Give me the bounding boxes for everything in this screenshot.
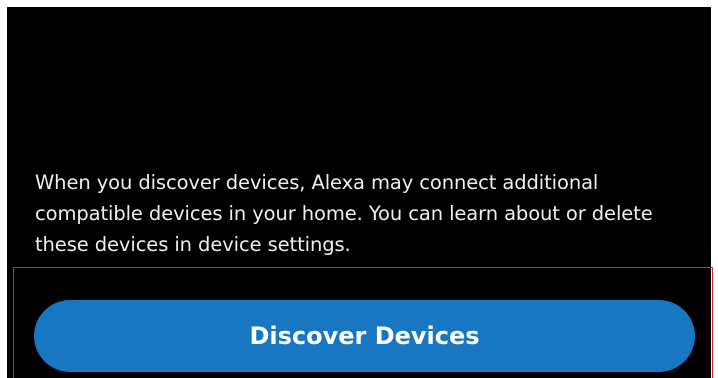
discover-devices-button[interactable]: Discover Devices: [34, 300, 695, 372]
device-discovery-screen: When you discover devices, Alexa may con…: [7, 7, 713, 378]
discovery-info-text: When you discover devices, Alexa may con…: [35, 171, 653, 256]
